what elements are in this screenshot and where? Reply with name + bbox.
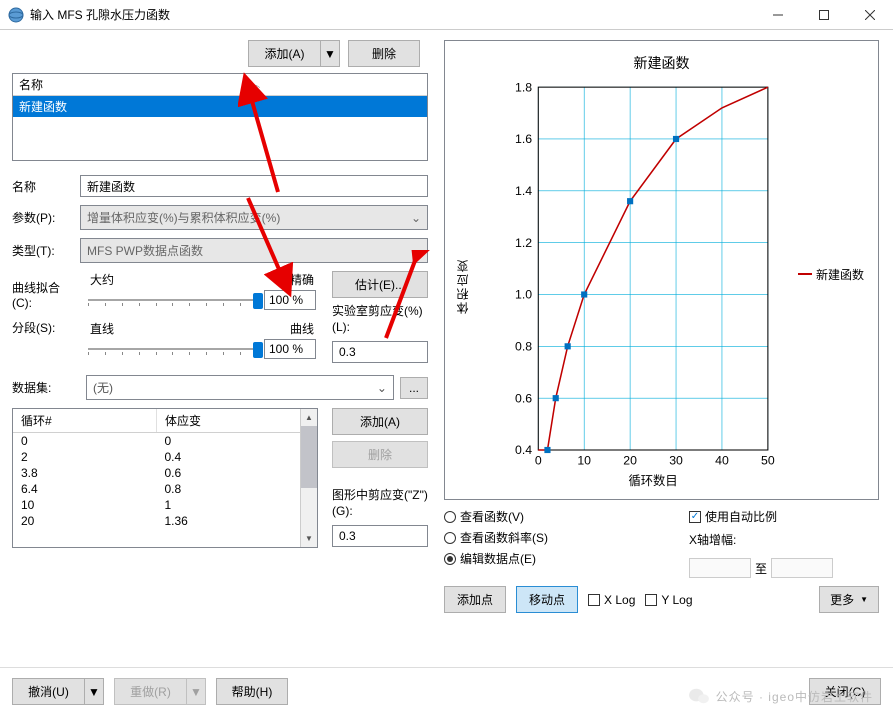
svg-text:50: 50 xyxy=(761,453,775,467)
table-row[interactable]: 6.40.8 xyxy=(13,481,300,497)
add-point-button[interactable]: 添加点 xyxy=(444,586,506,613)
chevron-down-icon[interactable]: ▼ xyxy=(84,678,104,705)
x-increment-label: X轴增幅: xyxy=(689,531,879,548)
x-incr-from-input[interactable] xyxy=(689,558,751,578)
chevron-down-icon: ⌄ xyxy=(411,211,421,225)
checkbox-ylog[interactable]: Y Log xyxy=(645,593,692,607)
footer-bar: 撤消(U) ▼ 重做(R) ▼ 帮助(H) 关闭(C) 公众号 · igeo中仿… xyxy=(0,667,893,715)
chevron-down-icon: ⌄ xyxy=(377,381,387,395)
svg-text:0: 0 xyxy=(535,453,542,467)
svg-text:循环数目: 循环数目 xyxy=(629,473,678,488)
list-header[interactable]: 名称︿ xyxy=(13,74,427,96)
chart-legend: 新建函数 xyxy=(798,266,864,283)
table-row[interactable]: 3.80.6 xyxy=(13,465,300,481)
svg-text:0.6: 0.6 xyxy=(515,391,532,405)
name-label: 名称 xyxy=(12,178,80,195)
line-label: 直线 xyxy=(90,320,114,337)
x-incr-to-input[interactable] xyxy=(771,558,833,578)
dataset-browse-button[interactable]: ... xyxy=(400,377,428,399)
chart-ylabel: 体积应变 xyxy=(454,258,471,314)
scroll-up-icon[interactable]: ▲ xyxy=(301,409,317,426)
graph-shear-input[interactable] xyxy=(332,525,428,547)
svg-text:40: 40 xyxy=(715,453,729,467)
svg-text:1.4: 1.4 xyxy=(515,184,532,198)
segments-value[interactable]: 100 % xyxy=(264,339,316,359)
close-button[interactable] xyxy=(847,0,893,30)
radio-view-function[interactable]: 查看函数(V) xyxy=(444,508,679,525)
checkbox-auto-scale[interactable]: ✓使用自动比例 xyxy=(689,508,879,525)
graph-shear-label: 图形中剪应变("Z")(G): xyxy=(332,488,428,519)
dataset-label: 数据集: xyxy=(12,379,80,396)
svg-text:1.2: 1.2 xyxy=(515,236,532,250)
lab-shear-input[interactable] xyxy=(332,341,428,363)
redo-button[interactable]: 重做(R) ▼ xyxy=(114,678,206,705)
watermark: 公众号 · igeo中仿岩土软件 xyxy=(688,687,873,705)
table-header-strain[interactable]: 体应变 xyxy=(157,409,301,433)
add-dropdown-icon[interactable]: ▼ xyxy=(320,40,340,67)
scroll-down-icon[interactable]: ▼ xyxy=(301,530,317,547)
svg-text:20: 20 xyxy=(623,453,637,467)
delete-row-button[interactable]: 删除 xyxy=(332,441,428,468)
name-input[interactable] xyxy=(80,175,428,197)
svg-text:30: 30 xyxy=(669,453,683,467)
svg-text:1.8: 1.8 xyxy=(515,81,532,94)
chart-plot[interactable]: 0 10 20 30 40 50 0.4 0.6 0.8 1.0 1.2 1.4 1.6 1.8 循环数目 xyxy=(471,81,870,491)
exact-label: 精确 xyxy=(290,271,314,288)
more-button[interactable]: 更多▼ xyxy=(819,586,879,613)
window-title: 输入 MFS 孔隙水压力函数 xyxy=(30,6,755,23)
type-combo[interactable]: MFS PWP数据点函数⌄ xyxy=(80,238,428,263)
segments-label: 分段(S): xyxy=(12,319,72,349)
sort-indicator-icon: ︿ xyxy=(252,79,260,90)
function-list[interactable]: 名称︿ 新建函数 xyxy=(12,73,428,161)
wechat-icon xyxy=(688,687,710,705)
svg-text:1.6: 1.6 xyxy=(515,132,532,146)
delete-function-button[interactable]: 删除 xyxy=(348,40,420,67)
params-label: 参数(P): xyxy=(12,209,80,226)
list-item[interactable]: 新建函数 xyxy=(13,96,427,117)
chevron-down-icon: ▼ xyxy=(860,595,868,604)
svg-text:1.0: 1.0 xyxy=(515,288,532,302)
minimize-button[interactable] xyxy=(755,0,801,30)
table-row[interactable]: 00 xyxy=(13,433,300,450)
svg-text:0.8: 0.8 xyxy=(515,339,532,353)
app-icon xyxy=(8,7,24,23)
table-scrollbar[interactable]: ▲ ▼ xyxy=(300,409,317,547)
maximize-button[interactable] xyxy=(801,0,847,30)
dataset-combo[interactable]: (无)⌄ xyxy=(86,375,394,400)
type-label: 类型(T): xyxy=(12,242,80,259)
chart-title: 新建函数 xyxy=(453,53,870,73)
title-bar: 输入 MFS 孔隙水压力函数 xyxy=(0,0,893,30)
curve-fit-slider[interactable] xyxy=(88,291,258,309)
curve-label: 曲线 xyxy=(290,320,314,337)
lab-shear-label: 实验室剪应变(%)(L): xyxy=(332,304,428,335)
estimate-button[interactable]: 估计(E)... xyxy=(332,271,428,298)
approx-label: 大约 xyxy=(90,271,114,288)
checkbox-xlog[interactable]: X Log xyxy=(588,593,635,607)
table-row[interactable]: 201.36 xyxy=(13,513,300,529)
table-row[interactable]: 101 xyxy=(13,497,300,513)
table-row[interactable]: 20.4 xyxy=(13,449,300,465)
help-button[interactable]: 帮助(H) xyxy=(216,678,288,705)
svg-text:10: 10 xyxy=(577,453,591,467)
add-row-button[interactable]: 添加(A) xyxy=(332,408,428,435)
data-table[interactable]: 循环# 体应变 0020.43.80.66.40.8101201.36 ▲ ▼ xyxy=(12,408,318,548)
chevron-down-icon[interactable]: ▼ xyxy=(186,678,206,705)
table-header-cycle[interactable]: 循环# xyxy=(13,409,157,433)
chart-container: 新建函数 体积应变 0 10 20 30 40 50 0.4 0.6 0.8 1.0 1.2 1.4 1… xyxy=(444,40,879,500)
segments-slider[interactable] xyxy=(88,340,258,358)
radio-view-slope[interactable]: 查看函数斜率(S) xyxy=(444,529,679,546)
radio-edit-points[interactable]: 编辑数据点(E) xyxy=(444,550,679,567)
svg-text:0.4: 0.4 xyxy=(515,443,532,457)
add-function-button[interactable]: 添加(A) ▼ xyxy=(248,40,340,67)
move-point-button[interactable]: 移动点 xyxy=(516,586,578,613)
chevron-down-icon: ⌄ xyxy=(411,244,421,258)
undo-button[interactable]: 撤消(U) ▼ xyxy=(12,678,104,705)
curve-fit-label: 曲线拟合(C): xyxy=(12,279,72,319)
params-combo[interactable]: 增量体积应变(%)与累积体积应变(%)⌄ xyxy=(80,205,428,230)
curve-fit-value[interactable]: 100 % xyxy=(264,290,316,310)
